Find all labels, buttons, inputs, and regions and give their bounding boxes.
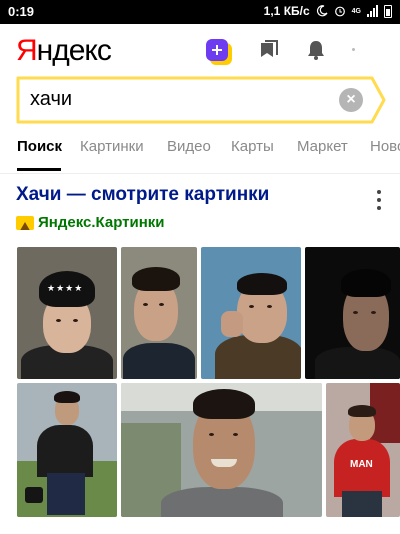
- image-thumbnail-5[interactable]: [17, 383, 117, 517]
- tab-market[interactable]: Маркет: [297, 138, 348, 155]
- clear-search-button[interactable]: ×: [339, 88, 363, 112]
- image-thumbnail-3[interactable]: [201, 247, 301, 379]
- moon-icon: [316, 5, 328, 17]
- clock: 0:19: [8, 4, 35, 19]
- app-header: Яндекс: [0, 24, 400, 74]
- tab-images[interactable]: Картинки: [80, 138, 144, 155]
- status-bar: 0:19 1,1 КБ/с 4G: [0, 0, 400, 24]
- active-tab-indicator: [17, 168, 61, 171]
- collections-icon: [261, 40, 278, 57]
- result-source[interactable]: Яндекс.Картинки: [16, 214, 165, 231]
- image-thumbnail-7[interactable]: MAN: [326, 383, 400, 517]
- tabs-divider: [0, 173, 400, 174]
- image-thumbnail-2[interactable]: [121, 247, 197, 379]
- battery-icon: [384, 4, 392, 18]
- menu-dot[interactable]: [352, 48, 355, 51]
- tab-news[interactable]: Ново: [370, 138, 400, 155]
- network-type: 4G: [351, 7, 361, 15]
- search-tabs: Поиск Картинки Видео Карты Маркет Ново: [0, 134, 400, 174]
- notifications-button[interactable]: [302, 36, 330, 64]
- yandex-logo[interactable]: Яндекс: [16, 34, 112, 68]
- signal-icon: [367, 5, 378, 17]
- source-link[interactable]: Яндекс.Картинки: [38, 214, 165, 231]
- bell-icon: [308, 41, 324, 60]
- alarm-icon: [334, 6, 345, 17]
- collections-button[interactable]: [255, 36, 283, 64]
- tab-video[interactable]: Видео: [167, 138, 211, 155]
- plus-icon: [206, 39, 228, 61]
- logo-text: Яндекс: [16, 34, 112, 67]
- search-box[interactable]: хачи ×: [16, 76, 386, 124]
- images-icon: [16, 215, 34, 230]
- image-thumbnail-1[interactable]: ★★★★: [17, 247, 117, 379]
- add-button[interactable]: [203, 36, 231, 64]
- search-input[interactable]: хачи: [30, 88, 72, 111]
- close-icon: ×: [346, 91, 356, 108]
- result-title-link[interactable]: Хачи — смотрите картинки: [16, 184, 269, 206]
- result-menu-button[interactable]: [372, 190, 386, 210]
- image-thumbnail-4[interactable]: [305, 247, 400, 379]
- tab-maps[interactable]: Карты: [231, 138, 274, 155]
- image-thumbnail-6[interactable]: [121, 383, 322, 517]
- net-speed: 1,1 КБ/с: [263, 4, 310, 18]
- tab-search[interactable]: Поиск: [17, 138, 62, 155]
